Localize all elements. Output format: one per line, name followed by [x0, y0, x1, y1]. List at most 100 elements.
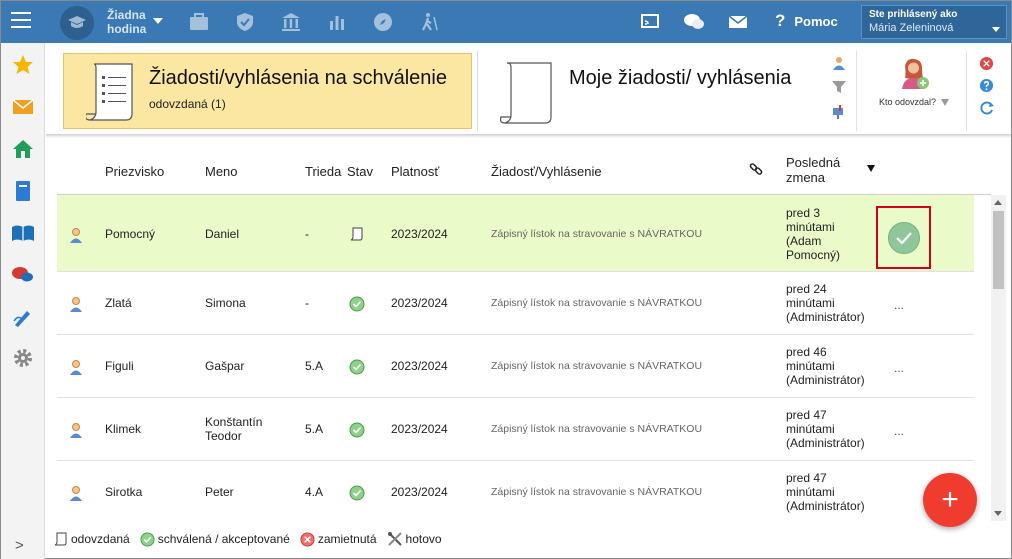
- table-row[interactable]: Sirotka Peter 4.A 2023/2024 Zápisný líst…: [57, 461, 974, 521]
- envelope-icon[interactable]: [11, 95, 35, 119]
- table-body: Pomocný Daniel - 2023/2024 Zápisný lísto…: [57, 195, 974, 521]
- cell-last-change: pred 3 minútami (Adam Pomocný): [786, 206, 840, 262]
- cell-request[interactable]: Zápisný lístok na stravovanie s NÁVRATKO…: [491, 423, 702, 435]
- signature-pen-icon[interactable]: [11, 305, 35, 329]
- link-icon[interactable]: [749, 162, 763, 179]
- who-submitted-filter[interactable]: Kto odovzdal?: [871, 56, 957, 107]
- column-request[interactable]: Žiadosť/Vyhlásenie: [491, 164, 602, 179]
- chevron-down-icon[interactable]: [153, 18, 163, 24]
- user-add-icon: [902, 58, 929, 89]
- cell-request[interactable]: Zápisný lístok na stravovanie s NÁVRATKO…: [491, 228, 702, 240]
- cell-last-change: pred 24 minútami (Administrátor): [786, 282, 865, 324]
- legend-item-submitted: odovzdaná: [54, 532, 130, 546]
- chevron-down-icon[interactable]: [992, 27, 1000, 32]
- bar-chart-icon[interactable]: [326, 11, 348, 33]
- cell-request[interactable]: Zápisný lístok na stravovanie s NÁVRATKO…: [491, 297, 702, 309]
- cell-last-change: pred 47 minútami (Administrátor): [786, 471, 865, 513]
- table-row[interactable]: Pomocný Daniel - 2023/2024 Zápisný lísto…: [57, 195, 974, 272]
- change-line: pred 47: [786, 471, 827, 485]
- column-last-change-line1: Posledná: [786, 155, 841, 170]
- column-class[interactable]: Trieda: [305, 164, 341, 179]
- cell-validity: 2023/2024: [391, 296, 448, 310]
- sort-desc-icon[interactable]: [867, 165, 875, 172]
- table-row[interactable]: Figuli Gašpar 5.A 2023/2024 Zápisný líst…: [57, 335, 974, 398]
- cell-validity: 2023/2024: [391, 485, 448, 499]
- person-icon: [70, 423, 82, 438]
- column-status[interactable]: Stav: [347, 164, 373, 179]
- cell-name: Peter: [205, 485, 234, 499]
- refresh-icon[interactable]: [979, 100, 995, 116]
- table-scrollbar[interactable]: [991, 195, 1006, 521]
- table-row[interactable]: Klimek Konštantín Teodor 5.A 2023/2024 Z…: [57, 398, 974, 461]
- home-icon[interactable]: [11, 137, 35, 161]
- cell-last-change: pred 47 minútami (Administrátor): [786, 408, 865, 450]
- rejected-icon: [300, 531, 315, 547]
- status-legend: odovzdaná schválená / akceptované zamiet…: [54, 531, 442, 547]
- legend-item-done: hotovo: [387, 531, 442, 547]
- person-icon: [70, 228, 82, 243]
- person-icon: [70, 360, 82, 375]
- person-icon: [70, 297, 82, 312]
- open-book-icon[interactable]: [11, 221, 35, 245]
- help-button[interactable]: ? Pomoc: [775, 11, 838, 31]
- chat-icon[interactable]: [11, 263, 35, 287]
- scroll-down-icon[interactable]: [994, 511, 1002, 516]
- column-validity[interactable]: Platnosť: [391, 164, 439, 179]
- change-line: minútami: [786, 220, 835, 234]
- cell-class: -: [305, 227, 309, 241]
- cast-screen-icon[interactable]: [639, 12, 661, 32]
- add-request-button[interactable]: +: [923, 473, 977, 527]
- shield-icon[interactable]: [234, 11, 256, 33]
- my-requests-title: Moje žiadosti/ vyhlásenia: [569, 67, 792, 89]
- hour-selector[interactable]: Žiadna hodina: [107, 8, 151, 36]
- row-actions[interactable]: ...: [894, 361, 904, 375]
- cell-last-change: pred 46 minútami (Administrátor): [786, 345, 865, 387]
- cell-name: Konštantín Teodor: [205, 415, 262, 443]
- approve-button[interactable]: [887, 221, 920, 254]
- top-bar: Žiadna hodina ? Pomoc Ste prihlásený ako…: [1, 1, 1011, 43]
- column-last-change[interactable]: Posledná zmena: [786, 155, 840, 185]
- envelope-icon[interactable]: [727, 12, 749, 32]
- table-row[interactable]: Zlatá Simona - 2023/2024 Zápisný lístok …: [57, 272, 974, 335]
- row-actions[interactable]: ...: [894, 298, 904, 312]
- cell-name-line1: Konštantín: [205, 415, 263, 429]
- gear-icon[interactable]: [11, 346, 35, 370]
- compass-icon[interactable]: [372, 11, 394, 33]
- cell-validity: 2023/2024: [391, 227, 448, 241]
- cell-name: Daniel: [205, 227, 240, 241]
- walking-person-icon[interactable]: [418, 11, 440, 33]
- menu-icon[interactable]: [11, 12, 31, 28]
- divider: [856, 51, 857, 131]
- help-icon[interactable]: [979, 78, 995, 94]
- user-menu[interactable]: Ste prihlásený ako Mária Zeleninová: [861, 5, 1007, 39]
- column-name[interactable]: Meno: [205, 164, 238, 179]
- header-shadow: [46, 134, 1011, 138]
- close-icon[interactable]: [979, 56, 995, 72]
- row-actions[interactable]: ...: [894, 424, 904, 438]
- legend-label: hotovo: [405, 532, 442, 546]
- mailbox-icon[interactable]: [830, 102, 848, 120]
- plus-icon: +: [941, 483, 959, 516]
- cell-request[interactable]: Zápisný lístok na stravovanie s NÁVRATKO…: [491, 360, 702, 372]
- notebook-icon[interactable]: [11, 179, 35, 203]
- funnel-icon[interactable]: [830, 78, 848, 96]
- column-surname[interactable]: Priezvisko: [105, 164, 164, 179]
- briefcase-icon[interactable]: [188, 11, 210, 33]
- action-icons: [979, 56, 997, 122]
- chevron-down-icon[interactable]: [941, 98, 950, 106]
- tools-icon: [387, 532, 402, 546]
- change-line: (Administrátor): [786, 373, 865, 387]
- tab-requests-to-approve[interactable]: Žiadosti/vyhlásenia na schválenie odovzd…: [63, 53, 472, 129]
- people-filter-icon[interactable]: [830, 54, 848, 72]
- scroll-up-icon[interactable]: [994, 200, 1002, 205]
- chat-bubbles-icon[interactable]: [683, 12, 705, 32]
- scroll-thumb[interactable]: [993, 211, 1004, 289]
- divider: [477, 51, 478, 131]
- change-line: minútami: [786, 359, 835, 373]
- check-icon: [895, 231, 912, 245]
- graduation-cap-icon[interactable]: [60, 6, 94, 40]
- star-icon[interactable]: [11, 53, 35, 77]
- bank-icon[interactable]: [280, 11, 302, 33]
- cell-request[interactable]: Zápisný lístok na stravovanie s NÁVRATKO…: [491, 486, 702, 498]
- chevron-right-icon[interactable]: >: [15, 537, 24, 554]
